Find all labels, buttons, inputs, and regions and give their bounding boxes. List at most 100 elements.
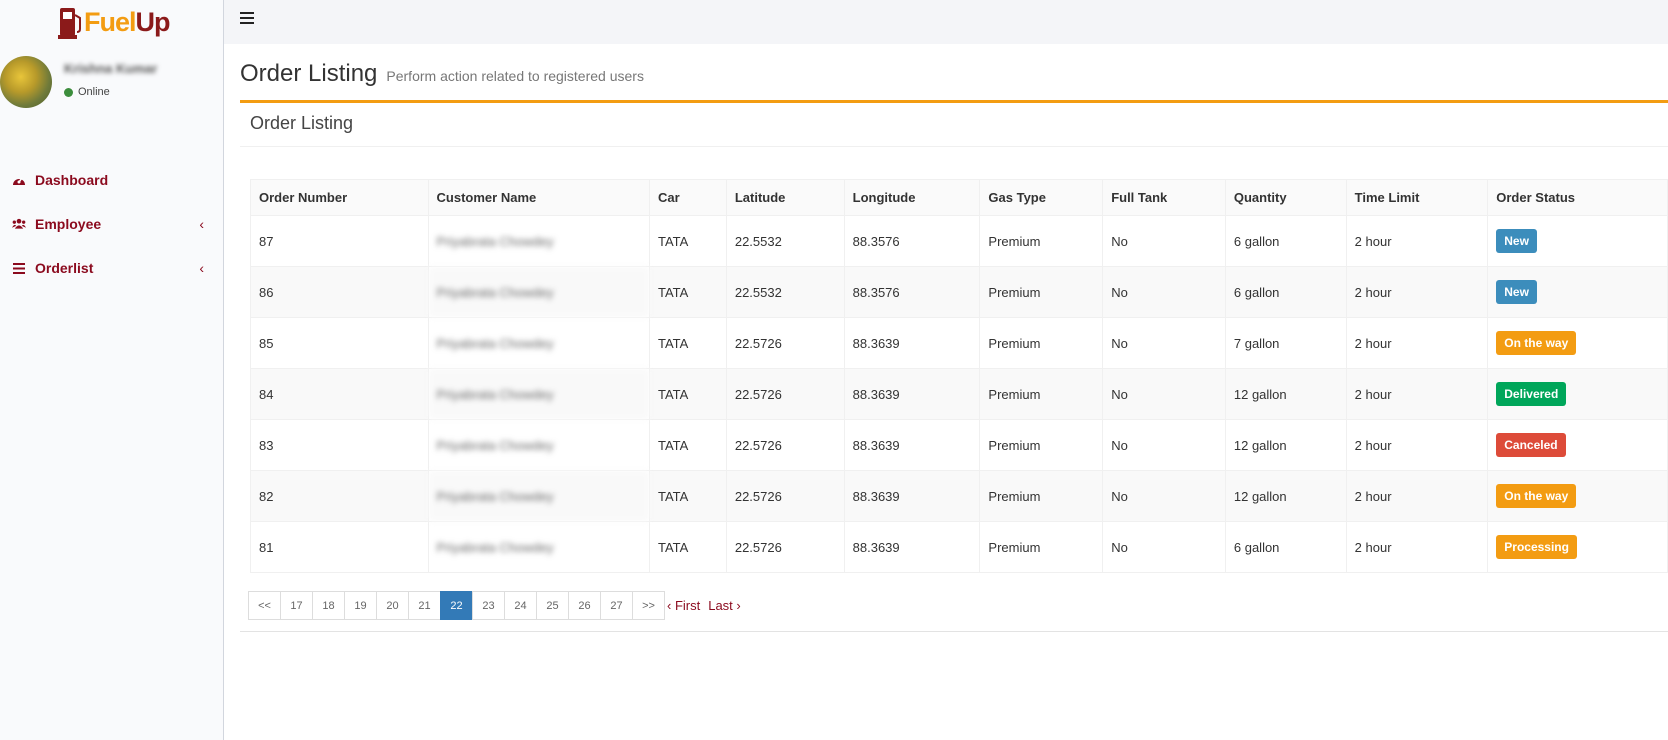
page-button[interactable]: 19 bbox=[344, 591, 377, 620]
table-row[interactable]: 84 Priyabrata Chowdey TATA 22.5726 88.36… bbox=[250, 368, 1668, 420]
cell-gas-type: Premium bbox=[979, 317, 1104, 369]
table-row[interactable]: 82 Priyabrata Chowdey TATA 22.5726 88.36… bbox=[250, 470, 1668, 522]
cell-quantity: 12 gallon bbox=[1224, 419, 1347, 471]
cell-car: TATA bbox=[648, 368, 727, 420]
dashboard-icon bbox=[12, 173, 26, 187]
orders-table: Order Number Customer Name Car Latitude … bbox=[250, 179, 1668, 573]
page-button[interactable]: 25 bbox=[536, 591, 569, 620]
cell-full-tank: No bbox=[1102, 521, 1226, 573]
page-button[interactable]: 27 bbox=[600, 591, 633, 620]
table-row[interactable]: 81 Priyabrata Chowdey TATA 22.5726 88.36… bbox=[250, 521, 1668, 573]
table-row[interactable]: 87 Priyabrata Chowdey TATA 22.5532 88.35… bbox=[250, 215, 1668, 267]
cell-gas-type: Premium bbox=[979, 470, 1104, 522]
table-row[interactable]: 83 Priyabrata Chowdey TATA 22.5726 88.36… bbox=[250, 419, 1668, 471]
column-header[interactable]: Quantity bbox=[1224, 179, 1347, 216]
cell-order-number: 87 bbox=[250, 215, 429, 267]
sidebar-item-employee[interactable]: Employee ‹ bbox=[0, 202, 224, 246]
top-navbar bbox=[224, 0, 1668, 44]
cell-quantity: 6 gallon bbox=[1224, 266, 1347, 318]
cell-order-status: On the way bbox=[1487, 470, 1668, 522]
cell-gas-type: Premium bbox=[979, 419, 1104, 471]
page-list: << 17 18 19 20 21 22 23 24 25 26 27 >> bbox=[248, 591, 665, 620]
cell-car: TATA bbox=[648, 317, 727, 369]
first-page-link[interactable]: ‹ First bbox=[667, 598, 700, 613]
cell-latitude: 22.5726 bbox=[725, 521, 845, 573]
user-status: Online bbox=[64, 86, 110, 98]
column-header[interactable]: Gas Type bbox=[979, 179, 1104, 216]
chevron-left-icon: ‹ bbox=[199, 260, 204, 276]
first-last-links: ‹ First Last › bbox=[667, 598, 741, 613]
page-button[interactable]: 18 bbox=[312, 591, 345, 620]
column-header[interactable]: Full Tank bbox=[1102, 179, 1226, 216]
status-badge[interactable]: Processing bbox=[1496, 535, 1577, 559]
cell-customer-name: Priyabrata Chowdey bbox=[427, 521, 650, 573]
status-badge[interactable]: On the way bbox=[1496, 331, 1577, 355]
column-header[interactable]: Car bbox=[648, 179, 727, 216]
table-row[interactable]: 85 Priyabrata Chowdey TATA 22.5726 88.36… bbox=[250, 317, 1668, 369]
page-button[interactable]: 20 bbox=[376, 591, 409, 620]
page-button-current[interactable]: 22 bbox=[440, 591, 473, 620]
cell-full-tank: No bbox=[1102, 419, 1226, 471]
cell-longitude: 88.3576 bbox=[843, 266, 981, 318]
cell-quantity: 6 gallon bbox=[1224, 215, 1347, 267]
users-icon bbox=[12, 217, 26, 231]
cell-full-tank: No bbox=[1102, 368, 1226, 420]
cell-customer-name: Priyabrata Chowdey bbox=[427, 317, 650, 369]
cell-gas-type: Premium bbox=[979, 215, 1104, 267]
page-button[interactable]: 24 bbox=[504, 591, 537, 620]
column-header[interactable]: Customer Name bbox=[427, 179, 650, 216]
sidebar-item-dashboard[interactable]: Dashboard bbox=[0, 158, 224, 202]
chevron-left-icon: ‹ bbox=[199, 216, 204, 232]
brand-part2: Up bbox=[135, 6, 171, 37]
cell-quantity: 12 gallon bbox=[1224, 368, 1347, 420]
page-button[interactable]: 23 bbox=[472, 591, 505, 620]
cell-latitude: 22.5726 bbox=[725, 419, 845, 471]
status-badge[interactable]: New bbox=[1496, 229, 1537, 253]
page-button[interactable]: 26 bbox=[568, 591, 601, 620]
last-page-link[interactable]: Last › bbox=[708, 598, 741, 613]
sidebar-item-label: Orderlist bbox=[35, 260, 94, 276]
status-badge[interactable]: Canceled bbox=[1496, 433, 1566, 457]
page-title: Order Listing bbox=[240, 60, 378, 87]
cell-latitude: 22.5532 bbox=[725, 266, 845, 318]
status-badge[interactable]: On the way bbox=[1496, 484, 1577, 508]
column-header[interactable]: Latitude bbox=[725, 179, 845, 216]
cell-order-number: 82 bbox=[250, 470, 429, 522]
cell-full-tank: No bbox=[1102, 470, 1226, 522]
box-divider bbox=[240, 146, 1668, 147]
page-prev-button[interactable]: << bbox=[248, 591, 281, 620]
status-badge[interactable]: New bbox=[1496, 280, 1537, 304]
cell-order-number: 85 bbox=[250, 317, 429, 369]
column-header[interactable]: Longitude bbox=[843, 179, 981, 216]
sidebar-item-label: Employee bbox=[35, 216, 102, 232]
page-next-button[interactable]: >> bbox=[632, 591, 665, 620]
cell-time-limit: 2 hour bbox=[1345, 368, 1489, 420]
cell-latitude: 22.5532 bbox=[725, 215, 845, 267]
sidebar-item-orderlist[interactable]: Orderlist ‹ bbox=[0, 246, 224, 290]
menu-toggle-icon[interactable] bbox=[240, 12, 254, 26]
table-row[interactable]: 86 Priyabrata Chowdey TATA 22.5532 88.35… bbox=[250, 266, 1668, 318]
cell-quantity: 6 gallon bbox=[1224, 521, 1347, 573]
cell-longitude: 88.3639 bbox=[843, 419, 981, 471]
cell-car: TATA bbox=[648, 266, 727, 318]
sidebar: FuelUp Krishna Kumar Online Dashboard Em… bbox=[0, 0, 224, 740]
avatar bbox=[0, 56, 52, 108]
page-header: Order Listing Perform action related to … bbox=[240, 60, 644, 88]
column-header[interactable]: Order Status bbox=[1487, 179, 1668, 216]
page-button[interactable]: 17 bbox=[280, 591, 313, 620]
cell-full-tank: No bbox=[1102, 317, 1226, 369]
order-listing-box: Order Listing Order Number Customer Name… bbox=[240, 100, 1668, 632]
cell-time-limit: 2 hour bbox=[1345, 266, 1489, 318]
column-header[interactable]: Order Number bbox=[250, 179, 429, 216]
cell-customer-name: Priyabrata Chowdey bbox=[427, 215, 650, 267]
cell-latitude: 22.5726 bbox=[725, 470, 845, 522]
cell-latitude: 22.5726 bbox=[725, 317, 845, 369]
status-badge[interactable]: Delivered bbox=[1496, 382, 1567, 406]
cell-order-number: 81 bbox=[250, 521, 429, 573]
pagination: << 17 18 19 20 21 22 23 24 25 26 27 >> ‹… bbox=[248, 591, 741, 620]
fuelup-logo[interactable]: FuelUp bbox=[58, 4, 171, 40]
cell-quantity: 12 gallon bbox=[1224, 470, 1347, 522]
page-button[interactable]: 21 bbox=[408, 591, 441, 620]
sidebar-menu: Dashboard Employee ‹ Orderlist ‹ bbox=[0, 158, 224, 290]
column-header[interactable]: Time Limit bbox=[1345, 179, 1489, 216]
